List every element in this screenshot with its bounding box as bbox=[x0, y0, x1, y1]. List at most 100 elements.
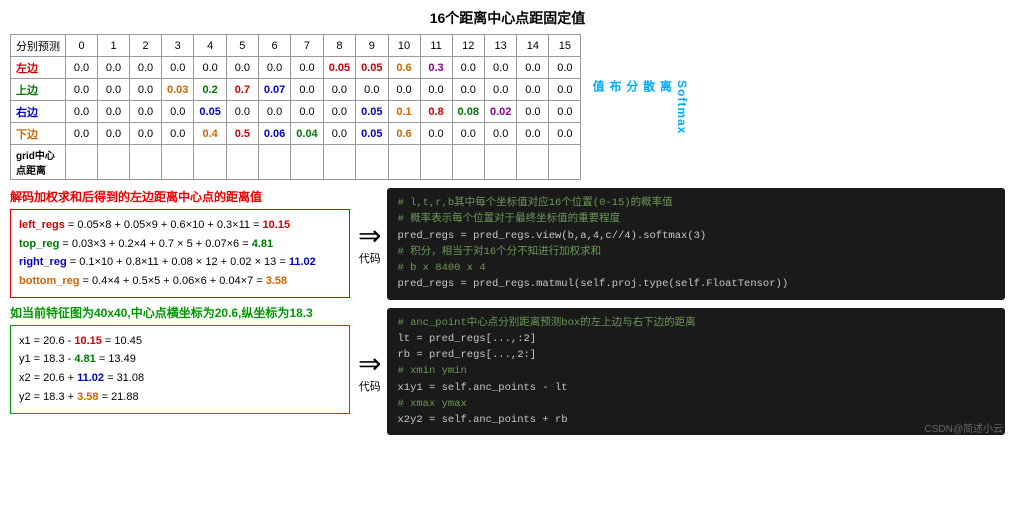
cell-0-14: 0.0 bbox=[517, 57, 549, 79]
cell-0-13: 0.0 bbox=[484, 57, 516, 79]
code-block-1: # anc_point中心点分别距离预测box的左上边与右下边的距离lt = p… bbox=[387, 308, 1005, 436]
cell-0-6: 0.0 bbox=[258, 57, 290, 79]
row-label-2: 右边 bbox=[11, 101, 66, 123]
cell-3-0: 0.0 bbox=[66, 123, 98, 145]
cell-0-1: 0.0 bbox=[98, 57, 130, 79]
cell-3-11: 0.0 bbox=[420, 123, 452, 145]
cell-2-10: 0.1 bbox=[388, 101, 420, 123]
arrow-symbol-1: ⇒ bbox=[358, 350, 381, 378]
col-header-0: 0 bbox=[66, 35, 98, 57]
cell-1-10: 0.0 bbox=[388, 79, 420, 101]
col-header-13: 13 bbox=[484, 35, 516, 57]
code-block-wrapper-1: ⇒代码 # anc_point中心点分别距离预测box的左上边与右下边的距离lt … bbox=[358, 308, 1005, 436]
cell-1-0: 0.0 bbox=[66, 79, 98, 101]
cell-0-5: 0.0 bbox=[226, 57, 258, 79]
watermark: CSDN@简述小云 bbox=[925, 420, 1004, 435]
col-header-14: 14 bbox=[517, 35, 549, 57]
cell-3-10: 0.6 bbox=[388, 123, 420, 145]
formula-box: left_regs = 0.05×8 + 0.05×9 + 0.6×10 + 0… bbox=[10, 209, 350, 298]
code-line: pred_regs = pred_regs.matmul(self.proj.t… bbox=[397, 276, 995, 292]
code-line: # xmax ymax bbox=[397, 396, 995, 412]
row-label-4: grid中心 点距离 bbox=[11, 145, 66, 180]
formula-line: bottom_reg = 0.4×4 + 0.5×5 + 0.06×6 + 0.… bbox=[19, 272, 341, 291]
col-header-7: 7 bbox=[291, 35, 323, 57]
cell-3-13: 0.0 bbox=[484, 123, 516, 145]
cell-3-3: 0.0 bbox=[162, 123, 194, 145]
decode-title: 解码加权求和后得到的左边距离中心点的距离值 bbox=[10, 188, 350, 205]
cell-4-12 bbox=[452, 145, 484, 180]
cell-2-5: 0.0 bbox=[226, 101, 258, 123]
table-row-0: 左边0.00.00.00.00.00.00.00.00.050.050.60.3… bbox=[11, 57, 581, 79]
cell-3-4: 0.4 bbox=[194, 123, 226, 145]
cell-1-1: 0.0 bbox=[98, 79, 130, 101]
table-row-1: 上边0.00.00.00.030.20.70.070.00.00.00.00.0… bbox=[11, 79, 581, 101]
cell-0-8: 0.05 bbox=[323, 57, 355, 79]
cell-4-1 bbox=[98, 145, 130, 180]
cell-4-11 bbox=[420, 145, 452, 180]
cell-4-0 bbox=[66, 145, 98, 180]
col-header-1: 1 bbox=[98, 35, 130, 57]
right-column: ⇒代码# l,t,r,b其中每个坐标值对应16个位置(0-15)的概率值# 概率… bbox=[358, 188, 1005, 435]
arrow-label-1: 代码 bbox=[359, 378, 381, 394]
cell-2-0: 0.0 bbox=[66, 101, 98, 123]
cell-3-7: 0.04 bbox=[291, 123, 323, 145]
cell-2-3: 0.0 bbox=[162, 101, 194, 123]
cell-4-15 bbox=[549, 145, 581, 180]
cell-3-9: 0.05 bbox=[356, 123, 388, 145]
cell-2-7: 0.0 bbox=[291, 101, 323, 123]
cell-3-5: 0.5 bbox=[226, 123, 258, 145]
arrow-label-0: 代码 bbox=[359, 250, 381, 266]
col-header-3: 3 bbox=[162, 35, 194, 57]
cell-1-2: 0.0 bbox=[130, 79, 162, 101]
cell-1-9: 0.0 bbox=[356, 79, 388, 101]
code-line: # l,t,r,b其中每个坐标值对应16个位置(0-15)的概率值 bbox=[397, 195, 995, 211]
cell-4-2 bbox=[130, 145, 162, 180]
cell-1-11: 0.0 bbox=[420, 79, 452, 101]
code-line: # 概率表示每个位置对于最终坐标值的重要程度 bbox=[397, 211, 995, 227]
cell-2-12: 0.08 bbox=[452, 101, 484, 123]
cell-0-15: 0.0 bbox=[549, 57, 581, 79]
cell-1-13: 0.0 bbox=[484, 79, 516, 101]
cell-3-1: 0.0 bbox=[98, 123, 130, 145]
cell-0-10: 0.6 bbox=[388, 57, 420, 79]
code-line: x1y1 = self.anc_points - lt bbox=[397, 380, 995, 396]
cell-1-5: 0.7 bbox=[226, 79, 258, 101]
cell-0-7: 0.0 bbox=[291, 57, 323, 79]
col-header-10: 10 bbox=[388, 35, 420, 57]
table-row-3: 下边0.00.00.00.00.40.50.060.040.00.050.60.… bbox=[11, 123, 581, 145]
formula-line: right_reg = 0.1×10 + 0.8×11 + 0.08 × 12 … bbox=[19, 253, 341, 272]
col-header-12: 12 bbox=[452, 35, 484, 57]
cell-2-11: 0.8 bbox=[420, 101, 452, 123]
code-line: x2y2 = self.anc_points + rb bbox=[397, 412, 995, 428]
cell-2-8: 0.0 bbox=[323, 101, 355, 123]
cell-2-1: 0.0 bbox=[98, 101, 130, 123]
cell-3-6: 0.06 bbox=[258, 123, 290, 145]
cell-1-12: 0.0 bbox=[452, 79, 484, 101]
feature-title: 如当前特征图为40x40,中心点横坐标为20.6,纵坐标为18.3 bbox=[10, 304, 350, 321]
col-header-15: 15 bbox=[549, 35, 581, 57]
code-block-wrapper-0: ⇒代码# l,t,r,b其中每个坐标值对应16个位置(0-15)的概率值# 概率… bbox=[358, 188, 1005, 300]
formula-line: top_reg = 0.03×3 + 0.2×4 + 0.7 × 5 + 0.0… bbox=[19, 235, 341, 254]
coord-box: x1 = 20.6 - 10.15 = 10.45y1 = 18.3 - 4.8… bbox=[10, 325, 350, 414]
coord-line: y2 = 18.3 + 3.58 = 21.88 bbox=[19, 388, 341, 407]
cell-4-8 bbox=[323, 145, 355, 180]
lower-section: 解码加权求和后得到的左边距离中心点的距离值 left_regs = 0.05×8… bbox=[10, 188, 1005, 435]
cell-4-14 bbox=[517, 145, 549, 180]
col-header-8: 8 bbox=[323, 35, 355, 57]
left-column: 解码加权求和后得到的左边距离中心点的距离值 left_regs = 0.05×8… bbox=[10, 188, 350, 435]
code-block-0: # l,t,r,b其中每个坐标值对应16个位置(0-15)的概率值# 概率表示每… bbox=[387, 188, 1005, 300]
cell-2-15: 0.0 bbox=[549, 101, 581, 123]
table-section: 分别预测0123456789101112131415左边0.00.00.00.0… bbox=[10, 34, 1005, 180]
cell-4-3 bbox=[162, 145, 194, 180]
code-line: # anc_point中心点分别距离预测box的左上边与右下边的距离 bbox=[397, 315, 995, 331]
table-header-label: 分别预测 bbox=[11, 35, 66, 57]
cell-0-4: 0.0 bbox=[194, 57, 226, 79]
cell-4-6 bbox=[258, 145, 290, 180]
cell-4-10 bbox=[388, 145, 420, 180]
col-header-6: 6 bbox=[258, 35, 290, 57]
row-label-0: 左边 bbox=[11, 57, 66, 79]
col-header-5: 5 bbox=[226, 35, 258, 57]
row-label-3: 下边 bbox=[11, 123, 66, 145]
cell-1-4: 0.2 bbox=[194, 79, 226, 101]
cell-0-2: 0.0 bbox=[130, 57, 162, 79]
